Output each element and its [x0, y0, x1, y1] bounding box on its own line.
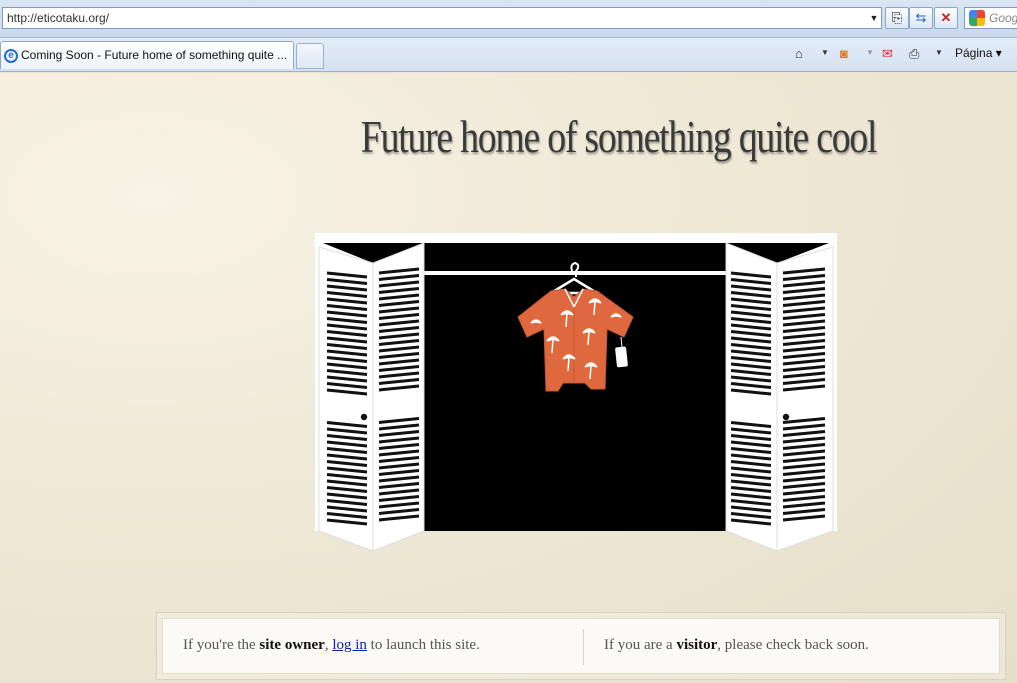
- print-icon[interactable]: ⎙: [909, 46, 919, 62]
- site-owner-label: site owner: [259, 637, 325, 653]
- page-title: Future home of something quite cool: [360, 112, 878, 162]
- tab-bar: e Coming Soon - Future home of something…: [0, 38, 1017, 72]
- login-link[interactable]: log in: [332, 637, 367, 653]
- feeds-icon[interactable]: ◙: [840, 46, 848, 61]
- visitor-message: If you are a visitor, please check back …: [604, 637, 869, 653]
- closet-illustration: [315, 233, 837, 552]
- footer-divider: [583, 629, 584, 665]
- page-menu-button[interactable]: Página ▾: [955, 46, 1002, 60]
- feeds-dropdown-icon[interactable]: ▼: [866, 48, 874, 57]
- home-dropdown-icon[interactable]: ▼: [821, 48, 829, 57]
- visitor-label: visitor: [676, 637, 718, 653]
- print-dropdown-icon[interactable]: ▼: [935, 48, 943, 57]
- ie-page-icon: e: [4, 49, 18, 63]
- stop-icon[interactable]: ✕: [934, 7, 958, 29]
- url-field[interactable]: http://eticotaku.org/: [2, 7, 882, 29]
- left-door-outer: [318, 246, 374, 552]
- search-provider-icon: [969, 10, 985, 26]
- owner-message: If you're the site owner, log in to laun…: [183, 637, 480, 653]
- left-door-inner: [372, 242, 425, 552]
- address-bar: http://eticotaku.org/ ▼ ⎘ ⇆ ✕ Goog: [0, 0, 1017, 38]
- right-door-inner: [725, 242, 778, 552]
- footer-panel: If you're the site owner, log in to laun…: [156, 612, 1006, 680]
- url-dropdown-icon[interactable]: ▼: [866, 8, 882, 28]
- tab-title: Coming Soon - Future home of something q…: [21, 48, 288, 62]
- footer-inner: If you're the site owner, log in to laun…: [162, 618, 1000, 674]
- compatibility-view-icon[interactable]: ⎘: [885, 7, 909, 29]
- new-tab-button[interactable]: [296, 43, 324, 69]
- home-icon[interactable]: ⌂: [795, 46, 803, 61]
- mail-icon[interactable]: ✉: [882, 46, 893, 62]
- refresh-icon[interactable]: ⇆: [909, 7, 933, 29]
- right-door-outer: [776, 246, 834, 552]
- tab-active[interactable]: e Coming Soon - Future home of something…: [0, 41, 294, 69]
- page-content: Future home of something quite cool If y…: [0, 73, 1017, 683]
